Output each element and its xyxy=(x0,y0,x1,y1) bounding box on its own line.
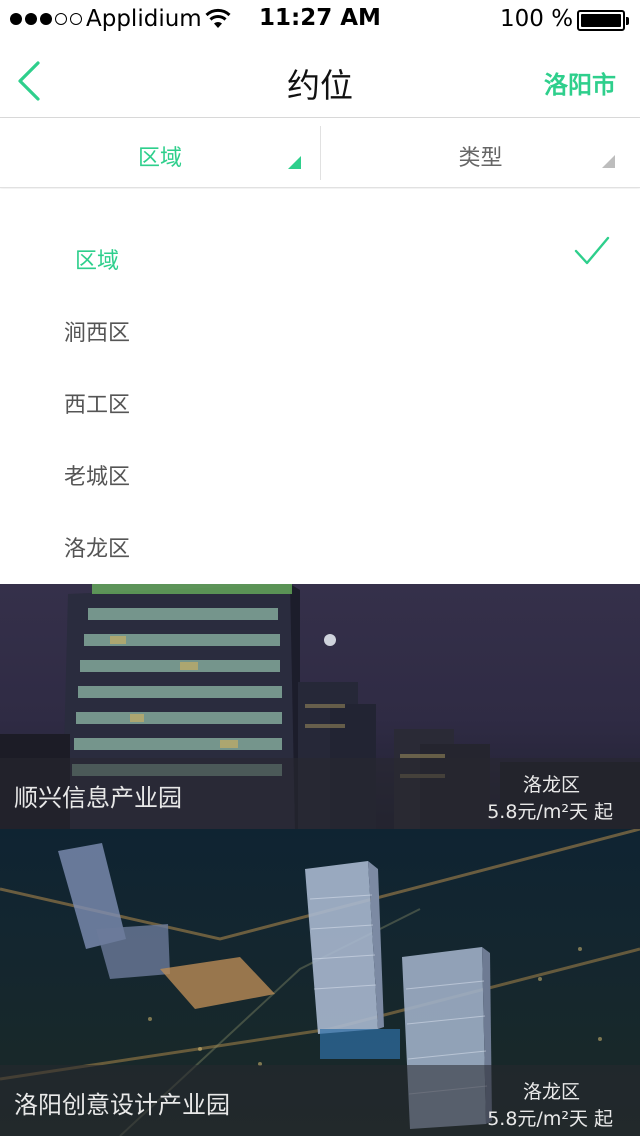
option-label: 区域 xyxy=(75,249,120,274)
region-option-jianxi[interactable]: 涧西区 xyxy=(0,293,640,365)
park-name: 顺兴信息产业园 xyxy=(14,784,182,812)
region-option-luolong[interactable]: 洛龙区 xyxy=(0,509,640,581)
battery-icon xyxy=(577,10,629,31)
park-district: 洛龙区 xyxy=(522,1081,580,1103)
status-bar: Applidium 11:27 AM 100 % xyxy=(0,0,640,40)
option-label: 洛龙区 xyxy=(64,537,131,562)
park-card[interactable]: 洛阳创意设计产业园 洛龙区 5.8元/m²天 起 xyxy=(0,829,640,1136)
filter-tab-label: 区域 xyxy=(137,146,182,171)
checkmark-icon xyxy=(574,236,610,265)
park-price: 5.8元/m²天 起 xyxy=(487,1108,613,1130)
option-label: 涧西区 xyxy=(64,321,131,346)
navigation-bar: 约位 洛阳市 xyxy=(0,40,640,118)
dropdown-indicator-icon xyxy=(602,155,615,168)
park-price: 5.8元/m²天 起 xyxy=(487,801,613,823)
filter-tab-type[interactable]: 类型 xyxy=(320,126,640,180)
park-caption: 洛阳创意设计产业园 洛龙区 5.8元/m²天 起 xyxy=(0,1065,640,1136)
region-option-xigong[interactable]: 西工区 xyxy=(0,365,640,437)
battery-percentage: 100 % xyxy=(500,6,574,32)
park-card[interactable]: 顺兴信息产业园 洛龙区 5.8元/m²天 起 xyxy=(0,584,640,829)
park-name: 洛阳创意设计产业园 xyxy=(14,1091,230,1119)
option-label: 西工区 xyxy=(64,393,131,418)
filter-bar: 区域 类型 xyxy=(0,118,640,188)
filter-tab-label: 类型 xyxy=(458,146,503,171)
region-option-laocheng[interactable]: 老城区 xyxy=(0,437,640,509)
park-district: 洛龙区 xyxy=(522,774,580,796)
region-dropdown: 区域 涧西区 西工区 老城区 洛龙区 xyxy=(0,189,640,584)
city-selector-button[interactable]: 洛阳市 xyxy=(544,65,616,100)
park-caption: 顺兴信息产业园 洛龙区 5.8元/m²天 起 xyxy=(0,758,640,829)
option-label: 老城区 xyxy=(64,465,131,490)
dropdown-indicator-icon xyxy=(288,156,301,169)
filter-tab-region[interactable]: 区域 xyxy=(0,118,320,188)
region-option-all[interactable]: 区域 xyxy=(0,221,640,293)
